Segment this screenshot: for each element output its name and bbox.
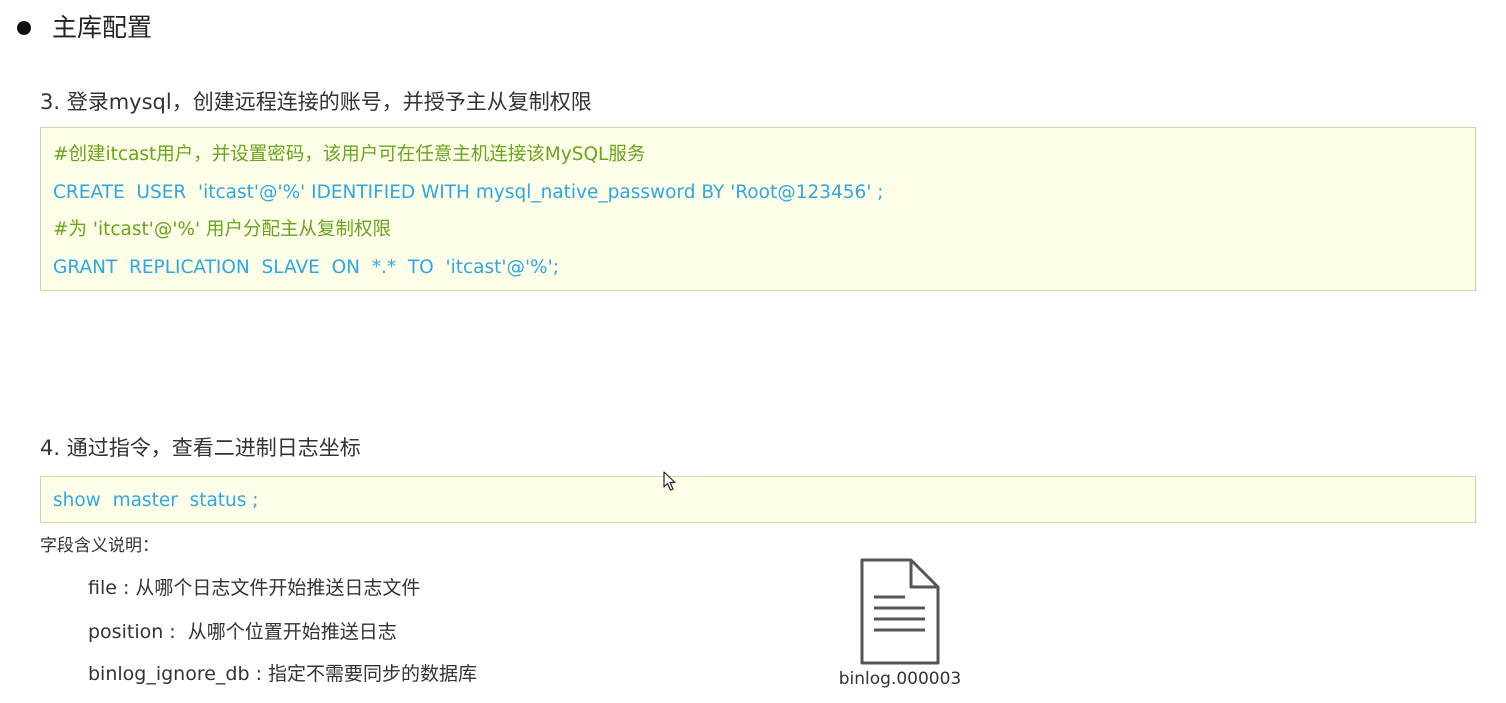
code-block-show-master-status: show master status ;: [40, 476, 1476, 523]
code-comment-create-user: #创建itcast用户，并设置密码，该用户可在任意主机连接该MySQL服务: [53, 144, 646, 165]
slide-page: 主库配置 3. 登录mysql，创建远程连接的账号，并授予主从复制权限 #创建i…: [0, 0, 1506, 703]
fields-description-label: 字段含义说明：: [40, 536, 159, 556]
field-binlog-ignore-db-description: binlog_ignore_db : 指定不需要同步的数据库: [88, 663, 478, 685]
file-caption: binlog.000003: [838, 669, 962, 689]
bullet-dot-icon: [17, 21, 31, 35]
document-file-icon: [860, 558, 940, 665]
page-title: 主库配置: [52, 13, 153, 42]
step3-heading: 3. 登录mysql，创建远程连接的账号，并授予主从复制权限: [40, 90, 592, 114]
mouse-pointer-icon: [663, 471, 676, 491]
code-show-master-status: show master status ;: [53, 490, 259, 511]
step4-heading: 4. 通过指令，查看二进制日志坐标: [40, 436, 361, 460]
field-file-description: file : 从哪个日志文件开始推送日志文件: [88, 577, 421, 599]
field-position-description: position : 从哪个位置开始推送日志: [88, 621, 397, 643]
code-comment-grant: #为 'itcast'@'%' 用户分配主从复制权限: [53, 219, 391, 240]
code-create-user-statement: CREATE USER 'itcast'@'%' IDENTIFIED WITH…: [53, 182, 884, 203]
code-block-create-user: #创建itcast用户，并设置密码，该用户可在任意主机连接该MySQL服务 CR…: [40, 127, 1476, 291]
code-grant-statement: GRANT REPLICATION SLAVE ON *.* TO 'itcas…: [53, 257, 559, 278]
